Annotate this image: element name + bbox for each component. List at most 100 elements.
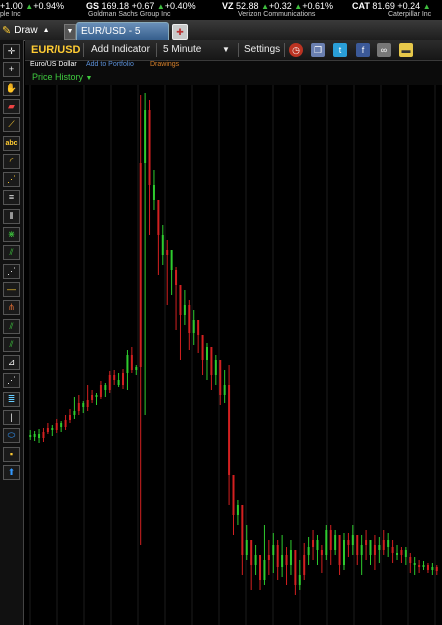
symbol-title[interactable]: EUR/USD bbox=[31, 40, 81, 60]
candle-body bbox=[139, 163, 142, 367]
arrow-up-icon[interactable]: ⬆ bbox=[3, 464, 20, 480]
ticker-price: 52.88 bbox=[236, 1, 259, 11]
up-arrow-icon: ▲ bbox=[422, 2, 431, 11]
vertical-lines-icon[interactable]: ⦀ bbox=[3, 208, 20, 224]
new-tab-icon: ✚ bbox=[176, 27, 184, 37]
candle-body bbox=[236, 505, 239, 515]
candle-body bbox=[413, 563, 416, 565]
settings-button[interactable]: Settings bbox=[244, 40, 280, 60]
parallel-channel-icon[interactable]: ⫽ bbox=[3, 318, 20, 334]
up-arrow-icon: ▲ bbox=[261, 2, 269, 11]
candle-body bbox=[360, 545, 363, 555]
candle-body bbox=[285, 555, 288, 565]
ticker-item-aapl[interactable]: +1.00 ▲+0.94% ple Inc bbox=[0, 1, 64, 18]
candle-body bbox=[334, 535, 337, 550]
tab-chart[interactable]: EUR/USD - 5 Minute bbox=[76, 22, 169, 55]
stock-ticker: +1.00 ▲+0.94% ple Inc GS 169.18 +0.67 ▲+… bbox=[0, 0, 442, 20]
fibonacci-retracement-icon[interactable]: ≡ bbox=[3, 190, 20, 206]
candle-body bbox=[42, 432, 45, 438]
candle-body bbox=[170, 250, 173, 270]
candle-body bbox=[369, 540, 372, 555]
add-to-portfolio-link[interactable]: Add to Portfolio bbox=[86, 61, 134, 68]
candle-body bbox=[188, 305, 191, 333]
candle-body bbox=[409, 557, 412, 563]
candle-body bbox=[104, 385, 107, 390]
eraser-icon[interactable]: ▰ bbox=[3, 98, 20, 114]
candle-body bbox=[396, 553, 399, 555]
candle-body bbox=[435, 567, 438, 571]
chevron-down-icon[interactable]: ▼ bbox=[222, 40, 230, 60]
new-tab-button[interactable]: ✚ bbox=[172, 24, 188, 40]
ticker-change: +0.32 bbox=[269, 1, 292, 11]
separator bbox=[238, 43, 239, 57]
ticker-item-cat[interactable]: CAT 81.69 +0.24 ▲ Caterpillar Inc bbox=[352, 1, 431, 18]
candle-body bbox=[342, 540, 345, 565]
candle-body bbox=[77, 403, 80, 411]
triangle-icon[interactable]: ⊿ bbox=[3, 355, 20, 371]
speed-lines-icon[interactable]: ⋰ bbox=[3, 263, 20, 279]
separator bbox=[284, 43, 285, 57]
crosshair-icon[interactable]: ✛ bbox=[3, 44, 20, 59]
ticker-item-vz[interactable]: VZ 52.88 ▲+0.32 ▲+0.61% Verizon Communic… bbox=[222, 1, 333, 18]
note-icon[interactable]: ▬ bbox=[399, 43, 413, 57]
fibonacci-fan-icon[interactable]: ⋰ bbox=[3, 172, 20, 188]
candle-body bbox=[205, 347, 208, 360]
ticker-name: ple Inc bbox=[0, 11, 21, 18]
candle-body bbox=[122, 373, 125, 385]
candle-body bbox=[400, 550, 403, 555]
candle-body bbox=[245, 540, 248, 555]
candle-body bbox=[29, 435, 32, 437]
candle-body bbox=[382, 540, 385, 550]
fibonacci-arc-icon[interactable]: ◜ bbox=[3, 153, 20, 169]
candle-body bbox=[426, 565, 429, 570]
channel-icon[interactable]: ⫽ bbox=[3, 245, 20, 261]
candle-body bbox=[210, 347, 213, 375]
note-icon[interactable]: ▪ bbox=[3, 446, 20, 462]
candle-body bbox=[228, 385, 231, 475]
candle-body bbox=[33, 434, 36, 437]
trendline-icon[interactable]: ⟋ bbox=[3, 117, 20, 133]
candle-body bbox=[126, 355, 129, 373]
candle-body bbox=[113, 375, 116, 380]
copy-icon[interactable]: ❐ bbox=[311, 43, 325, 57]
price-history-label: Price History bbox=[32, 72, 84, 82]
vertical-line-icon[interactable]: | bbox=[3, 410, 20, 425]
twitter-icon[interactable]: t bbox=[333, 43, 347, 57]
chevron-down-icon: ▼ bbox=[66, 28, 74, 35]
ticker-pct: +0.40% bbox=[164, 1, 196, 11]
andrews-pitchfork-icon[interactable]: ⋔ bbox=[3, 300, 20, 316]
binoculars-icon[interactable]: ∞ bbox=[377, 43, 391, 57]
candle-body bbox=[320, 550, 323, 555]
ellipse-icon[interactable]: ⬭ bbox=[3, 428, 20, 444]
price-history-dropdown[interactable]: Price History ▼ bbox=[32, 72, 92, 82]
candle-body bbox=[192, 320, 195, 333]
plus-icon[interactable]: + bbox=[3, 62, 20, 78]
candle-body bbox=[356, 535, 359, 555]
text-icon[interactable]: abc bbox=[3, 135, 20, 151]
horizontal-line-icon[interactable]: — bbox=[3, 281, 20, 297]
candle-body bbox=[82, 403, 85, 407]
gann-icon[interactable]: ⋇ bbox=[3, 227, 20, 242]
candle-body bbox=[312, 540, 315, 547]
candle-body bbox=[316, 540, 319, 550]
ticker-name: Caterpillar Inc bbox=[388, 11, 432, 18]
drawings-link[interactable]: Drawings bbox=[150, 61, 179, 68]
tab-list-dropdown[interactable]: ▼ bbox=[64, 24, 76, 40]
facebook-icon[interactable]: f bbox=[356, 43, 370, 57]
top-bar: ✎ Draw ▲ ▼ EUR/USD - 5 Minute ✚ bbox=[0, 20, 442, 55]
chart-plot-area[interactable] bbox=[25, 85, 442, 625]
hand-icon[interactable]: ✋ bbox=[3, 80, 20, 96]
candle-body bbox=[175, 270, 178, 285]
add-indicator-button[interactable]: Add Indicator bbox=[91, 40, 150, 60]
candle-body bbox=[64, 420, 67, 427]
candle-body bbox=[223, 385, 226, 395]
levels-icon[interactable]: ≣ bbox=[3, 391, 20, 407]
draw-button[interactable]: ✎ Draw ▲ bbox=[2, 22, 58, 38]
interval-select[interactable]: 5 Minute bbox=[163, 40, 201, 60]
regression-icon[interactable]: ⫽ bbox=[3, 336, 20, 352]
ticker-item-gs[interactable]: GS 169.18 +0.67 ▲+0.40% Goldman Sachs Gr… bbox=[86, 1, 196, 18]
candle-body bbox=[422, 565, 425, 567]
candle-body bbox=[387, 540, 390, 547]
alarm-clock-icon[interactable]: ◷ bbox=[289, 43, 303, 57]
fan-icon[interactable]: ⋰ bbox=[3, 373, 20, 389]
